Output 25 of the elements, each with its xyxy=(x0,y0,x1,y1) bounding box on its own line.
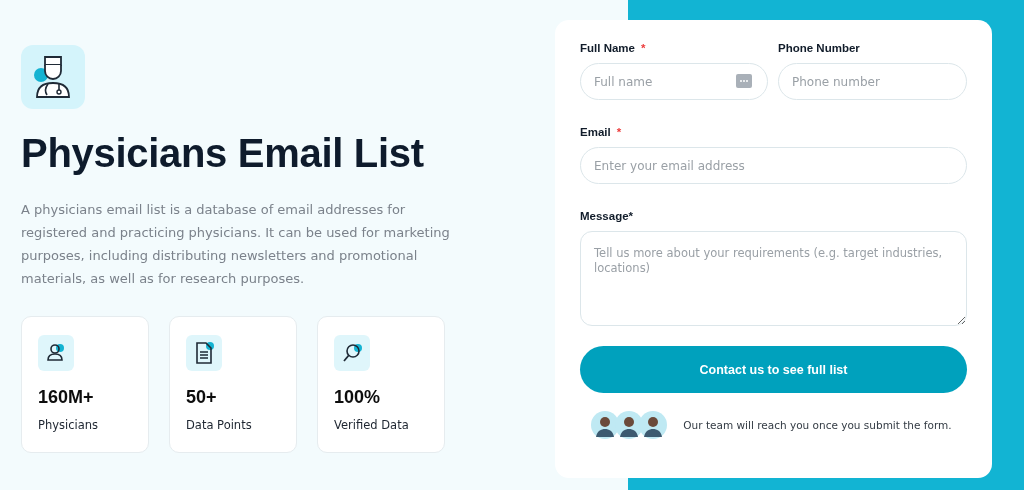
document-icon xyxy=(193,341,215,365)
stat-label: Physicians xyxy=(38,418,100,432)
field-label: Phone Number xyxy=(778,42,861,54)
submit-button[interactable]: Contact us to see full list xyxy=(580,346,967,393)
input-field[interactable]: Enter your email address xyxy=(580,147,967,184)
stat-label: Verified Data xyxy=(334,418,410,432)
form-note: Our team will reach you once you submit the form. xyxy=(683,419,952,431)
field-label: Email * xyxy=(580,126,623,138)
field-label: Full Name * xyxy=(580,42,647,54)
stat-label: Data Points xyxy=(186,418,253,432)
page-title: Physicians Email List xyxy=(21,131,425,176)
person-icon xyxy=(45,342,67,364)
stat-value: 50+ xyxy=(186,387,218,408)
input-field[interactable]: Full name xyxy=(580,63,768,100)
autofill-icon[interactable] xyxy=(736,74,752,88)
required-mark: * xyxy=(616,126,622,138)
search-icon xyxy=(341,342,363,364)
input-field[interactable]: Phone number xyxy=(778,63,967,100)
message-field[interactable]: Tell us more about your requirements (e.g. target industries, locations) xyxy=(580,231,967,326)
stat-value: 100% xyxy=(334,387,382,408)
description: A physicians email list is a database of email addresses for registered and practicing physicians. It can be used for marketing purposes, including distributing newsletters and promotional materials, as well as for research purposes. xyxy=(21,201,451,288)
field-label: Message* xyxy=(580,210,635,222)
required-mark: * xyxy=(640,42,646,54)
physician-icon xyxy=(21,45,85,109)
stat-value: 160M+ xyxy=(38,387,95,408)
